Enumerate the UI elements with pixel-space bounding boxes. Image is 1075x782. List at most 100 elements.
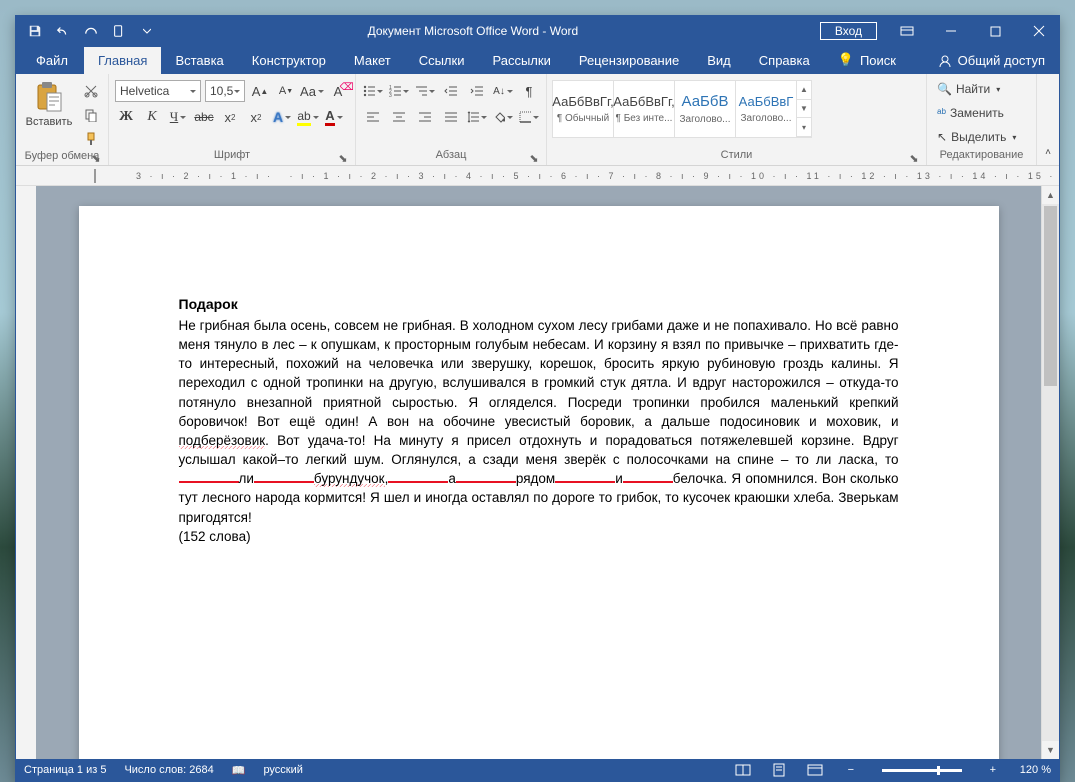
zoom-level[interactable]: 120 % — [1018, 764, 1053, 776]
change-case-button[interactable]: Aa — [301, 80, 323, 102]
replace-button[interactable]: ᵃᵇЗаменить — [933, 102, 1008, 124]
style-heading2[interactable]: АаБбВвГЗаголово... — [735, 80, 797, 138]
clipboard-launcher[interactable]: ⬊ — [90, 152, 102, 164]
format-painter-button[interactable] — [80, 128, 102, 150]
scroll-track[interactable] — [1042, 204, 1059, 741]
search-tab[interactable]: 💡 Поиск — [824, 46, 910, 74]
tab-help[interactable]: Справка — [745, 47, 824, 74]
bold-button[interactable]: Ж — [115, 106, 137, 128]
tab-selector[interactable] — [94, 169, 96, 183]
bullets-button[interactable] — [362, 80, 384, 102]
font-launcher[interactable]: ⬊ — [337, 152, 349, 164]
save-icon[interactable] — [22, 19, 48, 43]
chevron-down-icon[interactable] — [187, 82, 199, 100]
vertical-scrollbar[interactable]: ▲ ▼ — [1041, 186, 1059, 759]
superscript-button[interactable]: x2 — [245, 106, 267, 128]
scroll-down-button[interactable]: ▼ — [1042, 741, 1059, 759]
group-editing-label: Редактирование — [940, 149, 1024, 161]
horizontal-ruler[interactable]: 3 · ı · 2 · ı · 1 · ı · · ı · 1 · ı · 2 … — [16, 166, 1059, 186]
zoom-out-button[interactable]: − — [840, 761, 862, 779]
zoom-slider[interactable] — [882, 769, 962, 772]
clear-formatting-button[interactable]: A⌫ — [327, 80, 349, 102]
select-button[interactable]: ↖Выделить▾ — [933, 126, 1020, 148]
window-controls: Вход — [820, 17, 1059, 45]
redo-icon[interactable] — [78, 19, 104, 43]
align-center-button[interactable] — [388, 106, 410, 128]
chevron-down-icon[interactable] — [231, 82, 243, 100]
justify-button[interactable] — [440, 106, 462, 128]
decrease-indent-button[interactable] — [440, 80, 462, 102]
styles-launcher[interactable]: ⬊ — [908, 152, 920, 164]
find-button[interactable]: 🔍Найти▾ — [933, 78, 1004, 100]
styles-more-button[interactable]: ▾ — [797, 118, 811, 137]
decrease-font-button[interactable]: A▼ — [275, 80, 297, 102]
tab-mailings[interactable]: Рассылки — [478, 47, 564, 74]
minimize-button[interactable] — [931, 17, 971, 45]
style-nospacing[interactable]: АаБбВвГг,¶ Без инте... — [613, 80, 675, 138]
group-clipboard-label: Буфер обмена — [25, 150, 100, 162]
search-icon: 🔍 — [937, 82, 952, 96]
font-size-select[interactable]: 10,5 — [205, 80, 245, 102]
share-button[interactable]: Общий доступ — [924, 47, 1059, 74]
styles-up-button[interactable]: ▲ — [797, 81, 811, 100]
tab-home[interactable]: Главная — [84, 47, 161, 74]
maximize-button[interactable] — [975, 17, 1015, 45]
paste-icon — [32, 80, 66, 114]
undo-icon[interactable] — [50, 19, 76, 43]
style-heading1[interactable]: АаБбВЗаголово... — [674, 80, 736, 138]
multilevel-list-button[interactable] — [414, 80, 436, 102]
align-right-button[interactable] — [414, 106, 436, 128]
group-clipboard: Вставить Буфер обмена⬊ — [16, 74, 109, 165]
tab-design[interactable]: Конструктор — [238, 47, 340, 74]
zoom-in-button[interactable]: + — [982, 761, 1004, 779]
sort-button[interactable]: A↓ — [492, 80, 514, 102]
tab-layout[interactable]: Макет — [340, 47, 405, 74]
highlight-button[interactable]: ab — [297, 106, 319, 128]
application-window: Документ Microsoft Office Word - Word Вх… — [15, 15, 1060, 782]
line-spacing-button[interactable] — [466, 106, 488, 128]
web-layout-button[interactable] — [804, 761, 826, 779]
language-indicator[interactable]: русский — [261, 764, 304, 776]
italic-button[interactable]: К — [141, 106, 163, 128]
font-color-button[interactable]: A — [323, 106, 345, 128]
style-normal[interactable]: АаБбВвГг,¶ Обычный — [552, 80, 614, 138]
shading-button[interactable] — [492, 106, 514, 128]
titlebar: Документ Microsoft Office Word - Word Вх… — [16, 16, 1059, 46]
vertical-ruler[interactable] — [16, 186, 36, 759]
cut-button[interactable] — [80, 80, 102, 102]
tab-file[interactable]: Файл — [20, 47, 84, 74]
align-left-button[interactable] — [362, 106, 384, 128]
font-name-select[interactable]: Helvetica — [115, 80, 201, 102]
collapse-ribbon-button[interactable]: ˄ — [1037, 141, 1059, 163]
ribbon-display-icon[interactable] — [887, 17, 927, 45]
page-indicator[interactable]: Страница 1 из 5 — [22, 764, 108, 776]
word-count[interactable]: Число слов: 2684 — [122, 764, 215, 776]
sign-in-button[interactable]: Вход — [820, 22, 877, 40]
strikethrough-button[interactable]: abc — [193, 106, 215, 128]
borders-button[interactable] — [518, 106, 540, 128]
scroll-up-button[interactable]: ▲ — [1042, 186, 1059, 204]
print-layout-button[interactable] — [768, 761, 790, 779]
scroll-thumb[interactable] — [1044, 206, 1057, 386]
copy-button[interactable] — [80, 104, 102, 126]
increase-indent-button[interactable] — [466, 80, 488, 102]
subscript-button[interactable]: x2 — [219, 106, 241, 128]
tab-review[interactable]: Рецензирование — [565, 47, 693, 74]
spellcheck-icon[interactable]: 📖 — [230, 764, 248, 777]
tab-insert[interactable]: Вставка — [161, 47, 237, 74]
tab-references[interactable]: Ссылки — [405, 47, 479, 74]
numbering-button[interactable]: 123 — [388, 80, 410, 102]
text-effects-button[interactable]: A — [271, 106, 293, 128]
paragraph-launcher[interactable]: ⬊ — [528, 152, 540, 164]
document-title: Подарок — [179, 296, 899, 312]
close-button[interactable] — [1019, 17, 1059, 45]
document-wordcount: (152 слова) — [179, 527, 899, 546]
tab-view[interactable]: Вид — [693, 47, 745, 74]
read-mode-button[interactable] — [732, 761, 754, 779]
page[interactable]: Подарок Не грибная была осень, совсем не… — [79, 206, 999, 759]
underline-button[interactable]: Ч — [167, 106, 189, 128]
increase-font-button[interactable]: A▲ — [249, 80, 271, 102]
show-marks-button[interactable]: ¶ — [518, 80, 540, 102]
styles-down-button[interactable]: ▼ — [797, 100, 811, 119]
paste-button[interactable]: Вставить — [22, 76, 76, 129]
